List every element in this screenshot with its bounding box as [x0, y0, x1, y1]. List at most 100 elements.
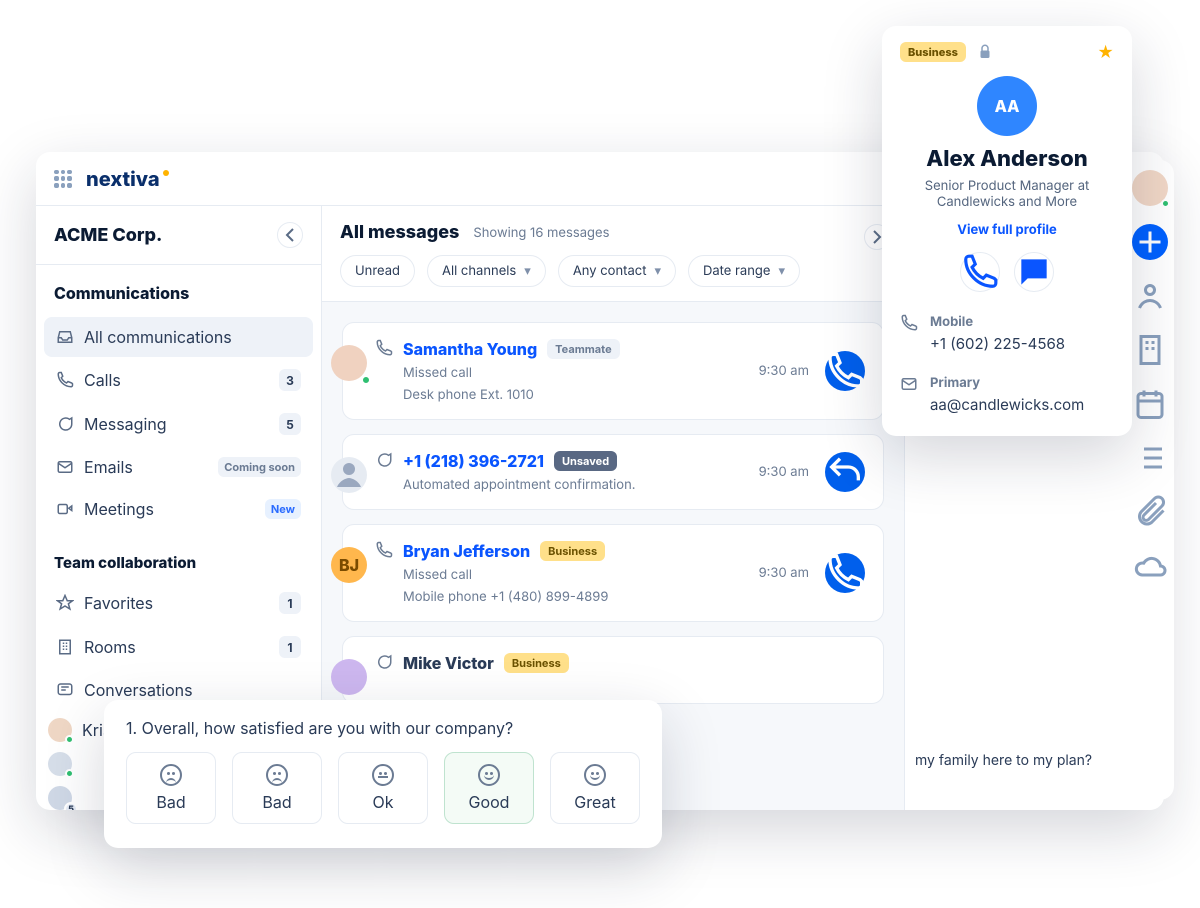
count-badge: 5	[64, 802, 78, 810]
nav-favorites[interactable]: Favorites 1	[44, 582, 313, 624]
face-sad-icon	[160, 764, 182, 786]
card-name: +1 (218) 396-2721	[403, 451, 544, 471]
nav-label: Emails	[84, 457, 133, 477]
survey-option-good[interactable]: Good	[444, 752, 534, 824]
nav-all-communications[interactable]: All communications	[44, 317, 313, 357]
nav-label: Favorites	[84, 593, 153, 613]
nav-label: Meetings	[84, 499, 154, 519]
nav-count: 1	[279, 636, 301, 658]
nav-count: 5	[279, 413, 301, 435]
card-line1: Missed call	[403, 365, 620, 381]
phone-icon	[375, 541, 393, 559]
brand-name: nextiva	[86, 167, 160, 191]
card-time: 9:30 am	[759, 464, 809, 480]
survey-option-great[interactable]: Great	[550, 752, 640, 824]
option-label: Great	[574, 792, 615, 812]
filter-label: Unread	[355, 263, 400, 279]
rail-add-button[interactable]	[1132, 224, 1168, 260]
nav-emails[interactable]: Emails Coming soon	[44, 447, 313, 487]
org-header: ACME Corp.	[36, 206, 321, 265]
card-line1: Missed call	[403, 567, 608, 583]
rail-attachment-icon[interactable]	[1132, 494, 1168, 530]
message-card[interactable]: Samantha YoungTeammate Missed call Desk …	[342, 322, 884, 420]
survey-option-bad[interactable]: Bad	[232, 752, 322, 824]
phone-icon	[900, 314, 918, 332]
call-button[interactable]	[825, 553, 865, 593]
face-neutral-icon	[372, 764, 394, 786]
building-icon	[56, 638, 74, 656]
nav-meetings[interactable]: Meetings New	[44, 489, 313, 529]
presence-dot-icon	[1161, 199, 1170, 208]
nav-label: Rooms	[84, 637, 136, 657]
email-label: Primary	[930, 375, 1084, 391]
avatar	[331, 457, 367, 493]
collapse-sidebar-button[interactable]	[277, 222, 303, 248]
presence-dot-icon	[65, 769, 74, 778]
mail-icon	[900, 375, 918, 393]
content-header: All messages Showing 16 messages Unread …	[322, 206, 904, 302]
avatar	[331, 345, 367, 381]
face-sad-icon	[266, 764, 288, 786]
video-icon	[56, 500, 74, 518]
message-card[interactable]: Mike VictorBusiness	[342, 636, 884, 704]
call-button[interactable]	[825, 351, 865, 391]
star-icon[interactable]: ★	[1097, 42, 1114, 62]
card-name: Mike Victor	[403, 653, 494, 673]
option-label: Ok	[372, 792, 393, 812]
card-badge: Business	[540, 541, 605, 561]
filter-label: All channels	[442, 263, 516, 279]
filters: Unread All channels▾ Any contact▾ Date r…	[340, 255, 886, 287]
section-team-title: Team collaboration	[36, 535, 321, 578]
card-line2: Mobile phone +1 (480) 899-4899	[403, 589, 608, 605]
rail-calendar-icon[interactable]	[1132, 386, 1168, 422]
right-rail	[1126, 160, 1174, 800]
rail-profile-icon[interactable]	[1132, 278, 1168, 314]
nav-messaging[interactable]: Messaging 5	[44, 403, 313, 445]
inbox-icon	[56, 328, 74, 346]
profile-initials: AA	[995, 96, 1020, 116]
profile-message-button[interactable]	[1014, 252, 1054, 292]
profile-view-link[interactable]: View full profile	[900, 222, 1114, 238]
rail-list-icon[interactable]	[1132, 440, 1168, 476]
card-line1: Automated appointment confirmation.	[403, 477, 636, 493]
survey-card: 1. Overall, how satisfied are you with o…	[104, 700, 662, 848]
face-smile-icon	[584, 764, 606, 786]
card-name: Samantha Young	[403, 339, 537, 359]
survey-option-bad[interactable]: Bad	[126, 752, 216, 824]
nav-label: Conversations	[84, 680, 193, 700]
star-icon	[56, 594, 74, 612]
filter-unread[interactable]: Unread	[340, 255, 415, 287]
nav-calls[interactable]: Calls 3	[44, 359, 313, 401]
lock-icon	[976, 43, 994, 61]
profile-avatar: AA	[977, 76, 1037, 136]
filter-date[interactable]: Date range▾	[688, 255, 800, 287]
filter-channels[interactable]: All channels▾	[427, 255, 546, 287]
avatar	[331, 659, 367, 695]
rail-building-icon[interactable]	[1132, 332, 1168, 368]
nav-rooms[interactable]: Rooms 1	[44, 626, 313, 668]
avatar: BJ	[331, 547, 367, 583]
filter-contact[interactable]: Any contact▾	[558, 255, 676, 287]
message-card[interactable]: BJ Bryan JeffersonBusiness Missed call M…	[342, 524, 884, 622]
nav-label: All communications	[84, 327, 232, 347]
nav-communications: All communications Calls 3 Messaging 5 E…	[36, 311, 321, 535]
option-label: Bad	[156, 792, 185, 812]
profile-badge: Business	[900, 42, 966, 62]
survey-option-ok[interactable]: Ok	[338, 752, 428, 824]
profile-card: Business ★ AA Alex Anderson Senior Produ…	[882, 26, 1132, 436]
chat-icon	[375, 653, 393, 671]
content-title: All messages	[340, 222, 459, 243]
nav-chip: Coming soon	[218, 457, 301, 477]
profile-call-button[interactable]	[960, 252, 1000, 292]
mobile-value: +1 (602) 225-4568	[930, 334, 1065, 353]
rail-avatar[interactable]	[1132, 170, 1168, 206]
message-card[interactable]: +1 (218) 396-2721Unsaved Automated appoi…	[342, 434, 884, 510]
avatar: 5	[48, 786, 72, 810]
presence-dot-icon	[65, 735, 74, 744]
survey-question: 1. Overall, how satisfied are you with o…	[126, 718, 640, 738]
card-line2: Desk phone Ext. 1010	[403, 387, 620, 403]
apps-grid-icon[interactable]	[54, 170, 72, 188]
reply-button[interactable]	[825, 452, 865, 492]
rail-cloud-icon[interactable]	[1132, 548, 1168, 584]
card-time: 9:30 am	[759, 363, 809, 379]
